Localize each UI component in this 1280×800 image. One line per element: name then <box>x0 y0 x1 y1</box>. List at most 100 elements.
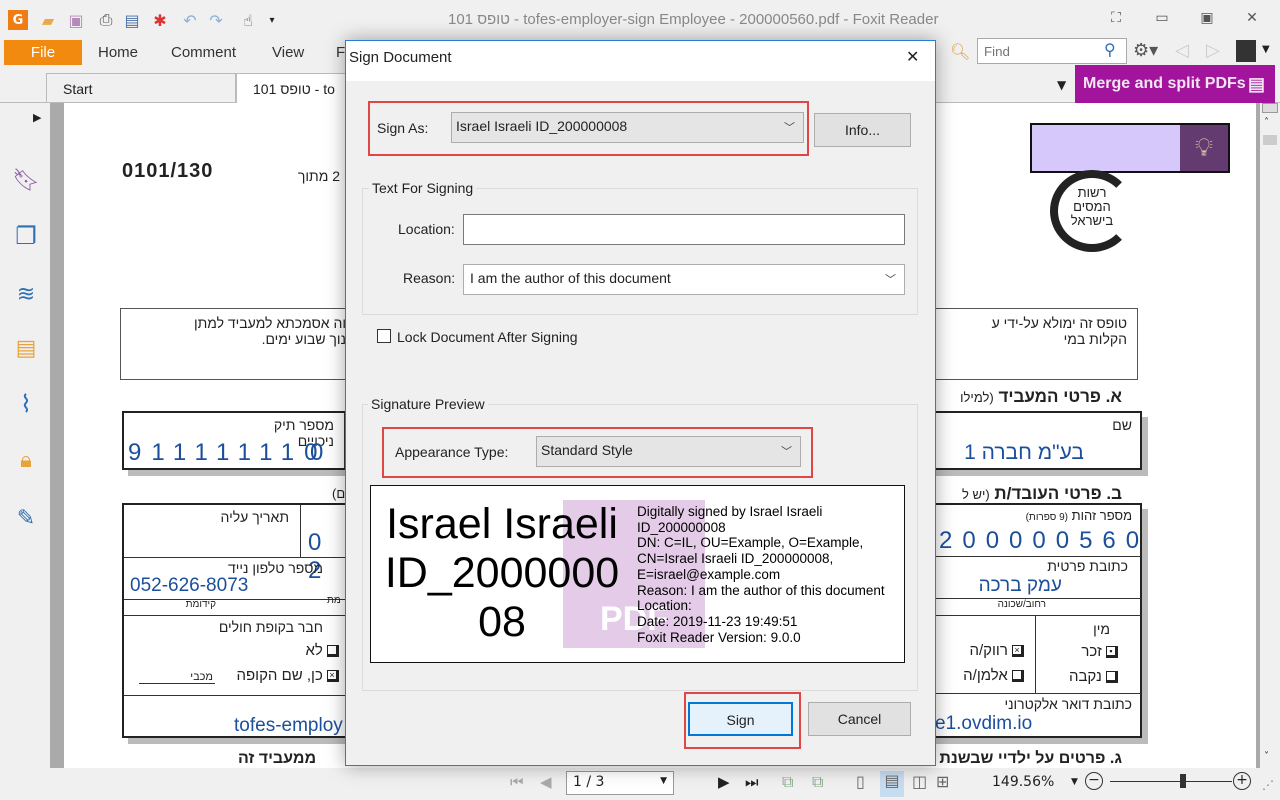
hand-tool-icon[interactable]: ☝ <box>238 10 258 30</box>
layers-icon[interactable]: ≋ <box>12 280 40 308</box>
attachments-icon[interactable]: ⌇ <box>12 390 40 418</box>
facing-page-icon[interactable]: ◫ <box>912 772 927 791</box>
search-folder-icon[interactable]: 🔍︎ <box>950 42 970 61</box>
signature-preview-label: Signature Preview <box>368 396 488 412</box>
sign-button[interactable]: Sign <box>688 702 793 736</box>
kupa-no-option[interactable]: לא <box>305 642 339 659</box>
file-menu[interactable]: File <box>4 40 82 65</box>
fullscreen-icon[interactable]: ⛶ <box>1104 6 1128 30</box>
page-number-input[interactable]: 1 / 3 ▼ <box>566 771 674 795</box>
section-b-paren: (ם <box>332 486 346 501</box>
zoom-dropdown-icon[interactable]: ▼ <box>1071 777 1078 787</box>
sign-as-label: Sign As: <box>377 120 429 136</box>
lock-document-checkbox[interactable] <box>377 329 391 343</box>
male-option[interactable]: ▪ זכר <box>1081 643 1118 660</box>
detail-line: Foxit Reader Version: 9.0.0 <box>637 629 801 645</box>
zoom-slider-thumb[interactable] <box>1180 774 1187 788</box>
lightbulb-icon[interactable]: 💡︎ <box>1180 125 1228 171</box>
expand-panel-icon[interactable]: ▶ <box>33 111 41 124</box>
checkbox-icon[interactable] <box>327 645 339 658</box>
checkbox-icon[interactable] <box>1012 670 1024 683</box>
resize-grip-icon[interactable]: ⋰ <box>1262 778 1274 792</box>
single-page-icon[interactable]: ▯ <box>856 772 865 791</box>
phone-label: מספר טלפון נייד <box>227 560 323 576</box>
undo-icon[interactable]: ↶ <box>180 10 200 30</box>
first-page-icon[interactable]: ⏮ <box>510 773 524 791</box>
panel-splitter[interactable] <box>50 103 64 768</box>
note-annotation[interactable]: 💡︎ <box>1030 123 1230 173</box>
lock-document-label[interactable]: Lock Document After Signing <box>397 329 578 345</box>
tab-home[interactable]: Home <box>98 44 138 61</box>
section-b-note: (יש ל <box>961 487 990 502</box>
close-window-button[interactable]: ✕ <box>1240 6 1264 30</box>
chevron-down-icon: ﹀ <box>781 446 792 458</box>
female-option[interactable]: נקבה <box>1069 668 1118 685</box>
info-button[interactable]: Info... <box>814 113 911 147</box>
doc-tab-start[interactable]: Start <box>46 73 236 103</box>
save-icon[interactable]: ▣ <box>66 10 86 30</box>
single-option[interactable]: × רווק/ה <box>970 642 1024 659</box>
scroll-thumb-top[interactable] <box>1262 103 1278 113</box>
new-icon[interactable]: ✱ <box>150 10 170 30</box>
next-page-icon[interactable]: ▶ <box>718 773 730 791</box>
scroll-down-icon[interactable]: ˅ <box>1264 751 1269 762</box>
navigation-panel <box>0 103 50 768</box>
dialog-title: Sign Document <box>349 49 452 66</box>
checkbox-checked-icon[interactable]: × <box>1012 645 1024 658</box>
reason-select[interactable]: I am the author of this document ﹀ <box>463 264 905 295</box>
prev-page-icon[interactable]: ◀ <box>540 773 552 791</box>
tab-view[interactable]: View <box>272 44 304 61</box>
previous-view-icon[interactable]: ⧉ <box>782 772 793 792</box>
next-view-icon[interactable]: ⧉ <box>812 772 823 792</box>
doc-tab-current[interactable]: 101 טופס - to <box>236 73 356 103</box>
checkbox-checked-icon[interactable]: × <box>327 670 339 683</box>
redo-icon[interactable]: ↷ <box>206 10 226 30</box>
comments-icon[interactable]: ▤ <box>12 334 40 362</box>
zoom-level[interactable]: 149.56% <box>992 774 1054 790</box>
id-note: (9 ספרות) <box>1025 512 1069 523</box>
pages-icon[interactable]: ❐ <box>12 222 40 250</box>
vertical-scrollbar[interactable]: ˄ ˅ <box>1260 103 1280 768</box>
tab-comment[interactable]: Comment <box>171 44 236 61</box>
bookmarks-icon[interactable]: 🔖︎ <box>12 166 40 194</box>
security-icon[interactable]: 🔒︎ <box>12 446 40 474</box>
female-label: נקבה <box>1068 668 1102 685</box>
signatures-icon[interactable]: ✎ <box>12 504 40 532</box>
foxit-logo-icon[interactable]: G <box>8 10 28 30</box>
zoom-slider[interactable] <box>1110 781 1232 782</box>
checkbox-checked-icon[interactable]: ▪ <box>1106 646 1118 659</box>
merge-split-banner[interactable]: Merge and split PDFs ▤ <box>1075 65 1275 103</box>
dialog-close-button[interactable]: ✕ <box>906 47 919 67</box>
minimize-button[interactable]: ▭ <box>1150 6 1174 30</box>
search-icon[interactable]: ⚲ <box>1104 40 1116 59</box>
user-menu-icon[interactable]: ▼ <box>1262 44 1270 55</box>
scroll-up-icon[interactable]: ˄ <box>1264 117 1269 128</box>
tab-form[interactable]: F <box>336 44 345 61</box>
gear-icon[interactable]: ⚙▾ <box>1133 40 1158 61</box>
zoom-in-button[interactable]: + <box>1233 772 1251 790</box>
back-icon[interactable]: ◁ <box>1175 40 1189 61</box>
checkbox-icon[interactable] <box>1106 671 1118 684</box>
forward-icon[interactable]: ▷ <box>1206 40 1220 61</box>
continuous-page-icon[interactable]: ▤ <box>880 771 904 797</box>
appearance-type-label: Appearance Type: <box>395 444 509 460</box>
kupa-yes-option[interactable]: × כן, שם הקופה <box>237 667 339 684</box>
properties-icon[interactable]: ▤ <box>122 10 142 30</box>
signature-name-line: ID_2000000 <box>384 549 620 597</box>
scroll-thumb[interactable] <box>1263 135 1277 145</box>
tab-list-icon[interactable]: ▼ <box>1057 78 1066 92</box>
customize-icon[interactable]: ▾ <box>262 10 282 30</box>
sign-as-select[interactable]: Israel Israeli ID_200000008 ﹀ <box>451 112 804 143</box>
last-page-icon[interactable]: ⏭ <box>745 773 759 791</box>
location-input[interactable] <box>463 214 905 245</box>
zoom-out-button[interactable]: − <box>1085 772 1103 790</box>
user-avatar[interactable] <box>1236 40 1256 62</box>
maximize-button[interactable]: ▣ <box>1195 6 1219 30</box>
appearance-type-select[interactable]: Standard Style ﹀ <box>536 436 801 467</box>
cancel-button[interactable]: Cancel <box>808 702 911 736</box>
widow-option[interactable]: אלמן/ה <box>963 667 1024 684</box>
chevron-down-icon[interactable]: ▼ <box>660 776 667 786</box>
print-icon[interactable]: ⎙ <box>96 10 116 30</box>
continuous-facing-icon[interactable]: ⊞ <box>936 772 949 791</box>
open-icon[interactable]: ▰ <box>38 10 58 30</box>
